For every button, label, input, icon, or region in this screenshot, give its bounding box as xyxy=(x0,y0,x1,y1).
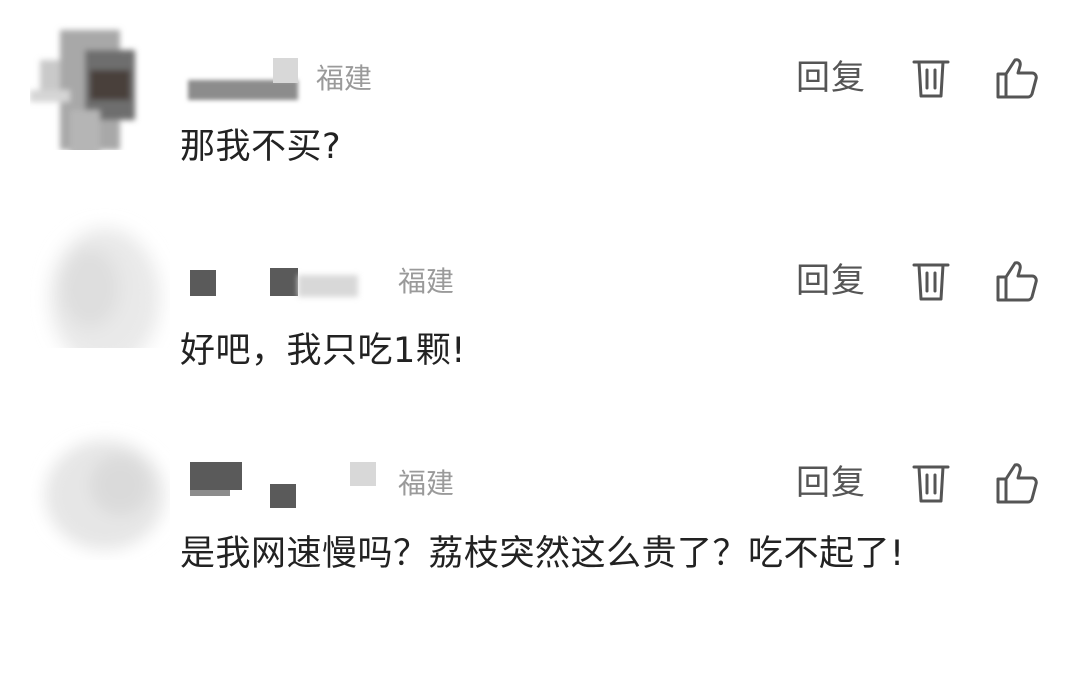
thumbs-up-icon[interactable] xyxy=(994,258,1040,304)
region-label: 福建 xyxy=(398,265,455,298)
comment-text: 是我网速慢吗？荔枝突然这么贵了？吃不起了! xyxy=(180,534,905,574)
comment-actions: 回复 xyxy=(796,53,1040,103)
region-label: 福建 xyxy=(398,467,455,500)
reply-button[interactable]: 回复 xyxy=(796,256,866,306)
avatar[interactable] xyxy=(30,420,170,560)
avatar[interactable] xyxy=(30,208,170,348)
trash-icon[interactable] xyxy=(908,258,954,304)
comment-item: 福建 回复 是我网速慢吗？荔枝突然这么贵了？吃不起了! xyxy=(0,410,1080,675)
comment-item: 福建 回复 那我不买? xyxy=(0,0,1080,200)
comment-item: 福建 回复 好吧，我只吃1颗! xyxy=(0,200,1080,410)
comment-list: 福建 回复 那我不买? 福建 回复 好吧，我只吃1颗! 福建 回复 是我网速慢吗… xyxy=(0,0,1080,675)
region-label: 福建 xyxy=(316,62,373,95)
comment-actions: 回复 xyxy=(796,256,1040,306)
comment-text: 那我不买? xyxy=(180,127,342,167)
comment-actions: 回复 xyxy=(796,458,1040,508)
thumbs-up-icon[interactable] xyxy=(994,460,1040,506)
trash-icon[interactable] xyxy=(908,460,954,506)
comment-text: 好吧，我只吃1颗! xyxy=(180,331,466,371)
reply-button[interactable]: 回复 xyxy=(796,458,866,508)
avatar[interactable] xyxy=(30,10,170,150)
thumbs-up-icon[interactable] xyxy=(994,55,1040,101)
trash-icon[interactable] xyxy=(908,55,954,101)
reply-button[interactable]: 回复 xyxy=(796,53,866,103)
